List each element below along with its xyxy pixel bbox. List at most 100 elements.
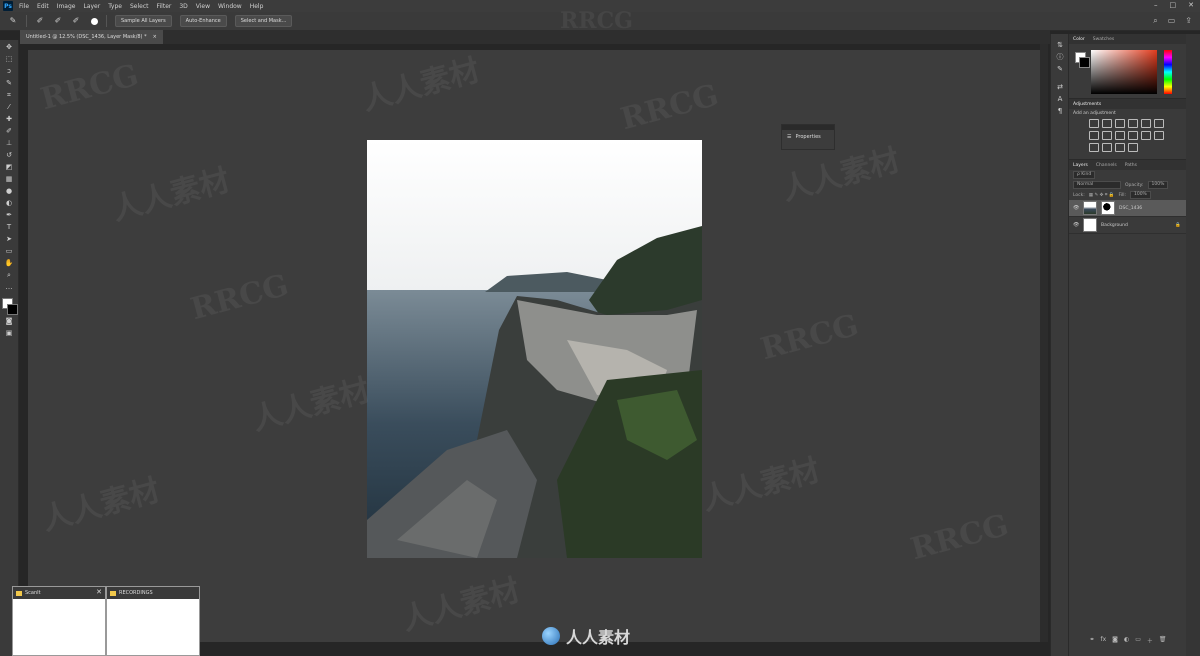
brush-new-icon[interactable]: ✐ xyxy=(35,16,45,26)
background-color-swatch[interactable] xyxy=(7,304,18,315)
screen-mode-icon[interactable]: ▣ xyxy=(4,328,14,338)
more-tools-icon[interactable]: … xyxy=(4,282,14,292)
history-panel-icon[interactable]: ⇅ xyxy=(1055,40,1065,50)
eyedropper-tool-icon[interactable]: ⁄ xyxy=(4,102,14,112)
color-picker-field[interactable] xyxy=(1091,50,1157,94)
adjust-panel-icon[interactable]: ⇄ xyxy=(1055,82,1065,92)
properties-tab[interactable]: ☰ Properties xyxy=(782,130,834,140)
blend-mode-select[interactable]: Normal xyxy=(1073,181,1121,189)
rectangle-tool-icon[interactable]: ▭ xyxy=(4,246,14,256)
close-tab-icon[interactable]: × xyxy=(153,30,157,44)
zoom-tool-icon[interactable]: ⌕ xyxy=(4,270,14,280)
invert-icon[interactable] xyxy=(1154,131,1164,140)
taskbar-thumbnail-scanit[interactable]: ScanIt ✕ xyxy=(12,586,106,656)
quick-selection-tool-icon[interactable]: ✎ xyxy=(4,78,14,88)
brightness-contrast-icon[interactable] xyxy=(1089,119,1099,128)
quick-mask-icon[interactable]: ◙ xyxy=(4,316,14,326)
menu-file[interactable]: File xyxy=(19,3,29,10)
menu-image[interactable]: Image xyxy=(57,3,76,10)
menu-window[interactable]: Window xyxy=(218,3,242,10)
tab-channels[interactable]: Channels xyxy=(1096,163,1117,168)
menu-layer[interactable]: Layer xyxy=(83,3,100,10)
tab-adjustments[interactable]: Adjustments xyxy=(1073,102,1101,107)
tab-color[interactable]: Color xyxy=(1073,37,1085,42)
workspace-icon[interactable]: ▭ xyxy=(1168,16,1176,26)
clone-stamp-tool-icon[interactable]: ⊥ xyxy=(4,138,14,148)
brush-add-icon[interactable]: ✐ xyxy=(53,16,63,26)
black-white-icon[interactable] xyxy=(1102,131,1112,140)
close-window-icon[interactable]: ✕ xyxy=(1188,1,1194,9)
link-layers-icon[interactable]: ⚭ xyxy=(1089,636,1094,646)
minimize-icon[interactable]: – xyxy=(1154,1,1158,9)
gradient-map-icon[interactable] xyxy=(1115,143,1125,152)
selective-color-icon[interactable] xyxy=(1128,143,1138,152)
search-icon[interactable]: ⌕ xyxy=(1153,16,1157,26)
color-swatches[interactable] xyxy=(2,298,18,315)
menu-3d[interactable]: 3D xyxy=(179,3,187,10)
auto-enhance-checkbox[interactable]: Auto-Enhance xyxy=(179,15,227,27)
document-canvas-image[interactable] xyxy=(367,140,702,558)
menu-select[interactable]: Select xyxy=(130,3,149,10)
new-layer-icon[interactable]: ＋ xyxy=(1147,636,1153,646)
marquee-tool-icon[interactable]: ⬚ xyxy=(4,54,14,64)
brush-tool-icon[interactable]: ✐ xyxy=(4,126,14,136)
brush-subtract-icon[interactable]: ✐ xyxy=(71,16,81,26)
visibility-eye-icon[interactable]: 👁 xyxy=(1073,222,1079,228)
dodge-tool-icon[interactable]: ◐ xyxy=(4,198,14,208)
info-panel-icon[interactable]: ⓘ xyxy=(1055,52,1065,62)
gradient-tool-icon[interactable]: ▦ xyxy=(4,174,14,184)
posterize-icon[interactable] xyxy=(1089,143,1099,152)
layer-row-dsc1436[interactable]: 👁 DSC_1436 xyxy=(1069,200,1187,217)
brush-size-preview[interactable] xyxy=(91,17,98,25)
threshold-icon[interactable] xyxy=(1102,143,1112,152)
menu-view[interactable]: View xyxy=(196,3,210,10)
quick-selection-icon[interactable]: ✎ xyxy=(8,16,18,26)
color-balance-icon[interactable] xyxy=(1089,131,1099,140)
exposure-icon[interactable] xyxy=(1128,119,1138,128)
delete-layer-icon[interactable]: 🗑 xyxy=(1159,636,1167,646)
levels-icon[interactable] xyxy=(1102,119,1112,128)
color-lookup-icon[interactable] xyxy=(1141,131,1151,140)
type-tool-icon[interactable]: T xyxy=(4,222,14,232)
layer-style-icon[interactable]: fx xyxy=(1100,636,1106,646)
maximize-icon[interactable]: □ xyxy=(1170,1,1177,9)
tab-swatches[interactable]: Swatches xyxy=(1093,37,1115,42)
path-selection-tool-icon[interactable]: ➤ xyxy=(4,234,14,244)
properties-mini-panel[interactable]: ☰ Properties xyxy=(781,124,835,150)
curves-icon[interactable] xyxy=(1115,119,1125,128)
select-and-mask-button[interactable]: Select and Mask... xyxy=(234,15,293,27)
hue-slider[interactable] xyxy=(1164,50,1172,94)
add-mask-icon[interactable]: ◙ xyxy=(1112,636,1118,646)
lock-icon[interactable]: 🔒 xyxy=(1175,223,1181,228)
eraser-tool-icon[interactable]: ◩ xyxy=(4,162,14,172)
lasso-tool-icon[interactable]: ↄ xyxy=(4,66,14,76)
share-icon[interactable]: ⇪ xyxy=(1185,16,1192,26)
new-group-icon[interactable]: ▭ xyxy=(1135,636,1141,646)
lock-icons[interactable]: ▦ ✎ ✥ ⌗ 🔒 xyxy=(1089,192,1115,198)
character-panel-icon[interactable]: A xyxy=(1055,94,1065,104)
blur-tool-icon[interactable]: ● xyxy=(4,186,14,196)
tab-paths[interactable]: Paths xyxy=(1125,163,1137,168)
tab-layers[interactable]: Layers xyxy=(1073,163,1088,168)
vibrance-icon[interactable] xyxy=(1141,119,1151,128)
layer-mask-thumbnail[interactable] xyxy=(1101,201,1115,215)
background-color-chip[interactable] xyxy=(1079,57,1090,68)
photoshop-logo[interactable]: Ps xyxy=(3,1,13,11)
menu-filter[interactable]: Filter xyxy=(157,3,172,10)
photo-filter-icon[interactable] xyxy=(1115,131,1125,140)
opacity-input[interactable]: 100% xyxy=(1147,181,1169,189)
hand-tool-icon[interactable]: ✋ xyxy=(4,258,14,268)
history-brush-tool-icon[interactable]: ↺ xyxy=(4,150,14,160)
sample-all-layers-checkbox[interactable]: Sample All Layers xyxy=(115,15,172,27)
move-tool-icon[interactable]: ✥ xyxy=(4,42,14,52)
visibility-eye-icon[interactable]: 👁 xyxy=(1073,205,1079,211)
pen-tool-icon[interactable]: ✒ xyxy=(4,210,14,220)
menu-edit[interactable]: Edit xyxy=(37,3,49,10)
new-adjustment-icon[interactable]: ◐ xyxy=(1124,636,1129,646)
fill-input[interactable]: 100% xyxy=(1129,191,1151,199)
close-icon[interactable]: ✕ xyxy=(96,588,102,596)
channel-mixer-icon[interactable] xyxy=(1128,131,1138,140)
menu-help[interactable]: Help xyxy=(250,3,264,10)
healing-brush-tool-icon[interactable]: ✚ xyxy=(4,114,14,124)
crop-tool-icon[interactable]: ⌗ xyxy=(4,90,14,100)
